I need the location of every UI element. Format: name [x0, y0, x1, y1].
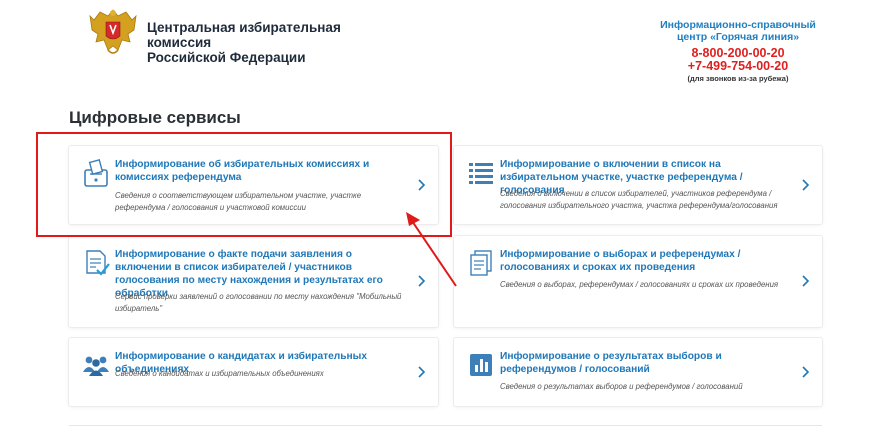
org-name-line2: Российской Федерации — [147, 50, 306, 65]
service-card-voter-list[interactable]: Информирование о включении в список на и… — [454, 146, 822, 224]
hotline-title-line2: центр «Горячая линия» — [676, 31, 800, 43]
abroad-note: (для звонков из-за рубежа) — [687, 74, 789, 83]
annotation-arrow — [406, 212, 457, 287]
service-card-candidates[interactable]: Информирование о кандидатах и избиратель… — [69, 338, 438, 406]
document-check-icon — [86, 250, 110, 276]
chevron-right-icon[interactable] — [800, 178, 812, 192]
service-card-results[interactable]: Информирование о результатах выборов и р… — [454, 338, 822, 406]
card-description: Сведения о кандидатах и избирательных об… — [115, 369, 324, 378]
hotline-block: Информационно-справочный центр «Горячая … — [658, 19, 818, 83]
divider — [69, 425, 822, 426]
coat-of-arms-logo[interactable] — [88, 6, 138, 58]
card-description: Сервис проверки заявлений о голосовании … — [115, 292, 402, 313]
header: Центральная избирательная комиссия Росси… — [0, 0, 884, 100]
documents-icon — [470, 250, 492, 276]
chevron-right-icon[interactable] — [800, 365, 812, 379]
org-name[interactable]: Центральная избирательная комиссия Росси… — [147, 20, 407, 65]
service-card-mobile-voter[interactable]: Информирование о факте подачи заявления … — [69, 236, 438, 327]
section-title: Цифровые сервисы — [69, 108, 241, 127]
card-title: Информирование о выборах и референдумах … — [500, 249, 741, 273]
people-icon — [83, 356, 109, 376]
chevron-right-icon[interactable] — [416, 365, 428, 379]
service-card-elections-schedule[interactable]: Информирование о выборах и референдумах … — [454, 236, 822, 327]
hotline-title-line1: Информационно-справочный — [660, 19, 816, 31]
list-icon — [469, 163, 493, 184]
card-title: Информирование о результатах выборов и р… — [500, 351, 722, 375]
card-description: Сведения о включении в список избирателе… — [500, 189, 778, 210]
hotline-phone-2[interactable]: +7-499-754-00-20 — [658, 60, 818, 73]
org-name-line1: Центральная избирательная комиссия — [147, 20, 341, 50]
highlight-box — [36, 132, 452, 237]
card-description: Сведения о результатах выборов и референ… — [500, 382, 743, 391]
bar-chart-icon — [470, 354, 492, 376]
chevron-right-icon[interactable] — [800, 274, 812, 288]
card-description: Сведения о выборах, референдумах / голос… — [500, 280, 779, 289]
